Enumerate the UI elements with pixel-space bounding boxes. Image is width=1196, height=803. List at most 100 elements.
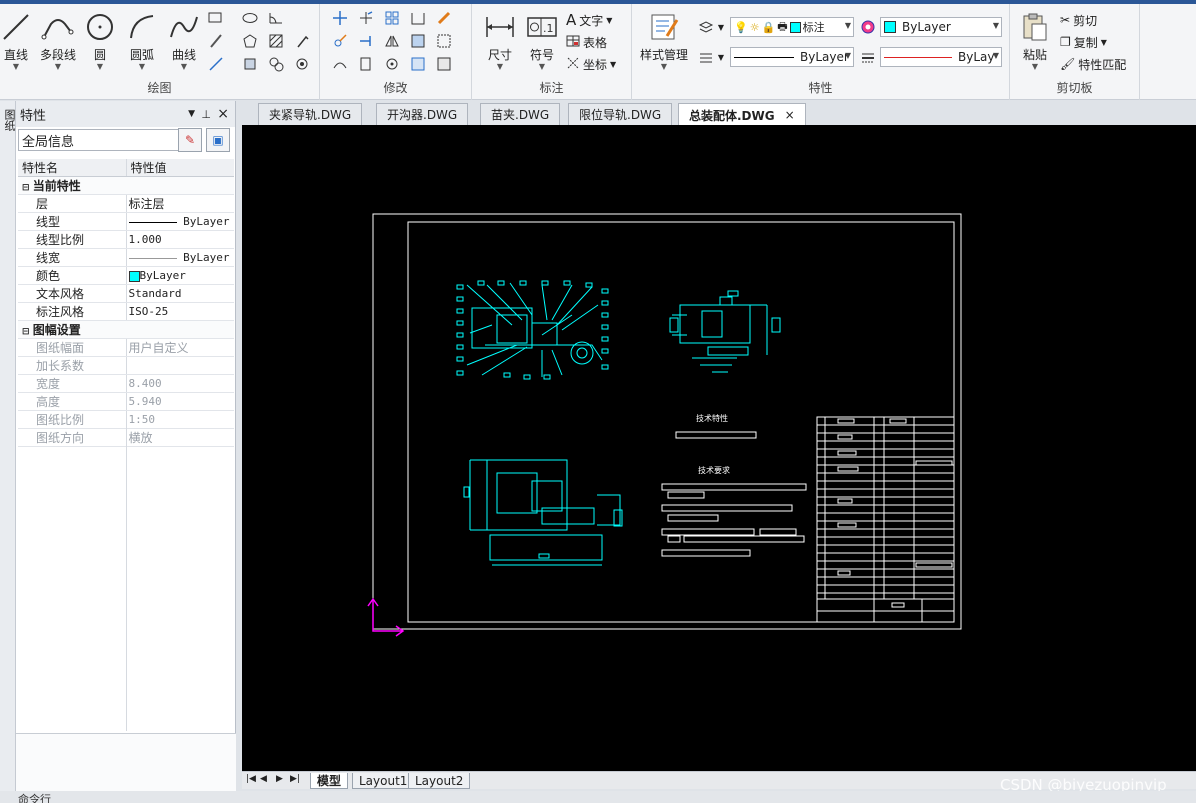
table-button[interactable]: 表格	[566, 32, 607, 52]
panel-header: 特性 ▼ ⊥ ×	[16, 101, 235, 127]
extend-icon[interactable]	[356, 31, 376, 51]
symbol-button[interactable]: .1 符号 ▼	[518, 10, 566, 72]
hatch-icon[interactable]	[266, 31, 286, 51]
rectangle-icon[interactable]	[206, 8, 226, 28]
layout-tab[interactable]: Layout1	[352, 773, 415, 789]
prop-row-linetype-scale[interactable]: 线型比例 1.000	[18, 230, 234, 249]
edit-icon[interactable]	[434, 54, 454, 74]
region-icon[interactable]	[240, 54, 260, 74]
file-tab[interactable]: 限位导轨.DWG	[568, 103, 673, 125]
linetype-select[interactable]: ByLayer ▼	[730, 47, 854, 67]
boundary-icon[interactable]	[434, 31, 454, 51]
curve-button[interactable]: 曲线 ▼	[160, 10, 208, 72]
prop-name: 宽度	[18, 374, 127, 393]
nav-last-icon[interactable]: ▶|	[290, 774, 300, 784]
nav-prev-icon[interactable]: ◀	[260, 774, 267, 784]
coordinate-label: 坐标	[583, 57, 608, 72]
file-tab[interactable]: 苗夹.DWG	[480, 103, 561, 125]
pencil-icon[interactable]	[206, 31, 226, 51]
prop-row-dim-style[interactable]: 标注风格 ISO-25	[18, 302, 234, 321]
clear-selection-button[interactable]: ✎	[178, 128, 202, 152]
polygon-icon[interactable]	[240, 31, 260, 51]
layout-tab-model[interactable]: 模型	[310, 773, 349, 789]
rotate-icon[interactable]	[382, 54, 402, 74]
style-manager-button[interactable]: 样式管理 ▼	[638, 10, 690, 72]
section-sheet[interactable]: ⊟ 图幅设置	[18, 320, 234, 339]
drawing-canvas[interactable]: 技术特性 技术要求	[242, 125, 1196, 771]
side-tool-strip: 图纸	[0, 101, 16, 803]
prop-value[interactable]: Standard	[126, 284, 234, 303]
command-line[interactable]: 命令行	[0, 791, 1196, 803]
ellipse-icon[interactable]	[240, 8, 260, 28]
copy-button[interactable]: ❐ 复制 ▼	[1060, 32, 1107, 52]
prop-row-height: 高度 5.940	[18, 392, 234, 411]
prop-value-cell[interactable]: ByLayer	[126, 248, 234, 267]
fillet-icon[interactable]	[408, 8, 428, 28]
mirror-icon[interactable]	[382, 31, 402, 51]
section-current[interactable]: ⊟ 当前特性	[18, 176, 234, 195]
move-icon[interactable]	[330, 8, 350, 28]
collapse-icon: ⊟	[22, 183, 33, 193]
copy-modify-icon[interactable]	[330, 31, 350, 51]
layer-manager-icon[interactable]	[696, 17, 716, 37]
color-select[interactable]: ByLayer ▼	[880, 17, 1002, 37]
text-button[interactable]: A 文字 ▼	[566, 10, 612, 30]
linetype-select-value: ByLayer	[800, 50, 849, 64]
color-wheel-icon[interactable]	[858, 17, 878, 37]
nav-next-icon[interactable]: ▶	[276, 774, 283, 784]
prop-row-layer[interactable]: 层标注层	[18, 194, 234, 213]
prop-value[interactable]: 标注层	[126, 194, 234, 213]
dimension-button[interactable]: 尺寸 ▼	[476, 10, 524, 72]
linetype-manager-icon[interactable]	[696, 47, 716, 67]
panel-description-area	[16, 733, 236, 791]
point-icon[interactable]	[292, 54, 312, 74]
prop-name: 图纸幅面	[18, 338, 127, 357]
prop-row-linetype[interactable]: 线型 ByLayer	[18, 212, 234, 231]
polyline-button[interactable]: 多段线 ▼	[34, 10, 82, 72]
layer-dropdown-arrow[interactable]: ▼	[716, 17, 726, 37]
linetype-dropdown-arrow[interactable]: ▼	[716, 47, 726, 67]
array-icon[interactable]	[382, 8, 402, 28]
file-tab[interactable]: 夹紧导轨.DWG	[258, 103, 363, 125]
layer-color-swatch	[789, 21, 801, 33]
stretch-icon[interactable]	[330, 54, 350, 74]
prop-row-color[interactable]: 颜色 ByLayer	[18, 266, 234, 285]
lineweight-icon[interactable]	[858, 47, 878, 67]
arc-button[interactable]: 圆弧 ▼	[118, 10, 166, 72]
scale-icon[interactable]	[408, 31, 428, 51]
prop-value-cell[interactable]: ByLayer	[126, 266, 234, 285]
panel-menu-icon[interactable]: ▼	[188, 109, 195, 119]
quick-select-button[interactable]: ▣	[206, 128, 230, 152]
layer-select[interactable]: 💡 ☼ 🔒 🖶 标注 ▼	[730, 17, 854, 37]
pin-icon[interactable]: ⊥	[201, 108, 211, 121]
paste-button[interactable]: 粘贴 ▼	[1012, 10, 1058, 72]
prop-value-cell[interactable]: ByLayer	[126, 212, 234, 231]
tab-close-icon[interactable]: ×	[785, 108, 795, 122]
lineweight-select[interactable]: ByLay· ▼	[880, 47, 1002, 67]
file-tab-active[interactable]: 总装配体.DWG ×	[678, 103, 806, 126]
scope-select[interactable]: 全局信息 ▼	[18, 129, 190, 151]
circle-button[interactable]: 圆 ▼	[76, 10, 124, 72]
prop-row-lineweight[interactable]: 线宽 ByLayer	[18, 248, 234, 267]
erase-icon[interactable]	[434, 8, 454, 28]
ray-icon[interactable]	[206, 54, 226, 74]
offset-icon[interactable]	[408, 54, 428, 74]
explode-icon[interactable]	[356, 54, 376, 74]
layout-tab[interactable]: Layout2	[408, 773, 471, 789]
style-manager-icon	[638, 10, 690, 44]
file-tab[interactable]: 开沟器.DWG	[376, 103, 469, 125]
cut-button[interactable]: ✂ 剪切	[1060, 10, 1097, 30]
prop-value[interactable]: ISO-25	[126, 302, 234, 321]
cursor-pen-icon[interactable]	[292, 31, 312, 51]
match-properties-button[interactable]: 🖌 特性匹配	[1060, 54, 1126, 74]
prop-value[interactable]: 1.000	[126, 230, 234, 249]
side-tab-label[interactable]: 图纸	[1, 109, 17, 131]
angle-icon[interactable]	[266, 8, 286, 28]
nav-first-icon[interactable]: |◀	[246, 774, 256, 784]
coordinate-button[interactable]: 坐标 ▼	[566, 54, 616, 74]
copy-label: 复制	[1073, 35, 1098, 50]
spline-icon[interactable]	[266, 54, 286, 74]
trim-icon[interactable]	[356, 8, 376, 28]
prop-row-text-style[interactable]: 文本风格 Standard	[18, 284, 234, 303]
panel-close-icon[interactable]: ×	[217, 106, 229, 122]
